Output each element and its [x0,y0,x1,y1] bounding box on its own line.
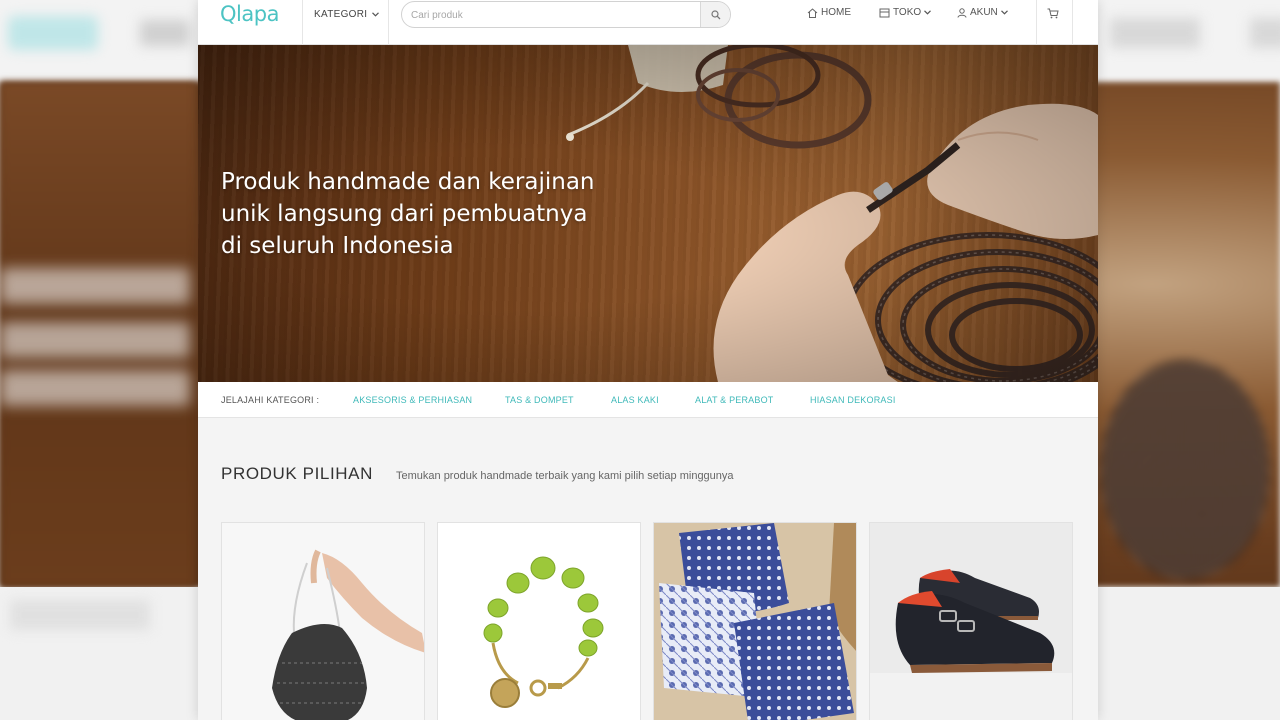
category-bar-label: JELAJAHI KATEGORI : [221,395,320,405]
chevron-down-icon [372,12,380,17]
backdrop-text-blur [0,268,190,304]
product-image-bracelet [438,523,640,720]
category-link-hiasan[interactable]: HIASAN DEKORASI [810,395,896,405]
search-input[interactable] [411,7,691,23]
chevron-down-icon [1000,10,1008,15]
product-card-pillows[interactable] [653,522,857,720]
backdrop-blur-shape [10,600,150,630]
backdrop-blur-shape [1250,18,1280,48]
nav-akun[interactable]: AKUN [957,7,1008,18]
user-icon [957,7,967,18]
search-button[interactable] [700,2,730,27]
search-box [401,1,731,28]
category-link-tas[interactable]: TAS & DOMPET [505,395,574,405]
hero-banner: Produk handmade dan kerajinan unik langs… [198,45,1098,382]
qlapa-logo[interactable]: Qlapa [220,2,279,26]
hero-headline: Produk handmade dan kerajinan unik langs… [221,169,595,259]
nav-home[interactable]: HOME [807,7,851,18]
section-title: PRODUK PILIHAN [221,464,373,483]
divider [388,0,389,45]
page: Qlapa KATEGORI HOME TOKO AKUN [198,0,1098,720]
category-link-aksesoris[interactable]: AKSESORIS & PERHIASAN [353,395,472,405]
kategori-label: KATEGORI [314,9,368,20]
backdrop-text-blur [0,322,190,358]
product-card-shoes[interactable] [869,522,1073,720]
top-navbar: Qlapa KATEGORI HOME TOKO AKUN [198,0,1098,45]
backdrop-blur-shape [140,20,190,46]
backdrop-coil-blur [1100,360,1270,580]
category-link-alas-kaki[interactable]: ALAS KAKI [611,395,659,405]
category-link-alat[interactable]: ALAT & PERABOT [695,395,774,405]
divider [1036,0,1037,45]
backdrop-text-blur [0,370,190,406]
product-card-bracelet[interactable] [437,522,641,720]
product-image-shoes [870,523,1072,720]
backdrop-logo-blur [8,16,98,50]
cart-button[interactable] [1047,6,1059,24]
nav-toko[interactable]: TOKO [879,7,932,18]
category-bar: JELAJAHI KATEGORI : AKSESORIS & PERHIASA… [198,382,1098,418]
chevron-down-icon [924,10,932,15]
section-description: Temukan produk handmade terbaik yang kam… [396,470,734,482]
divider [1072,0,1073,45]
product-card-bag[interactable] [221,522,425,720]
cart-icon [1047,8,1059,19]
kategori-dropdown[interactable]: KATEGORI [314,9,380,20]
search-icon [710,9,720,19]
home-icon [807,7,818,18]
product-image-pillows [654,523,856,720]
nav-toko-label: TOKO [893,7,922,18]
store-icon [879,8,890,17]
nav-home-label: HOME [821,7,851,18]
product-image-bag [222,523,424,720]
divider [302,0,303,45]
nav-akun-label: AKUN [970,7,998,18]
backdrop-blur-shape [1110,18,1200,48]
